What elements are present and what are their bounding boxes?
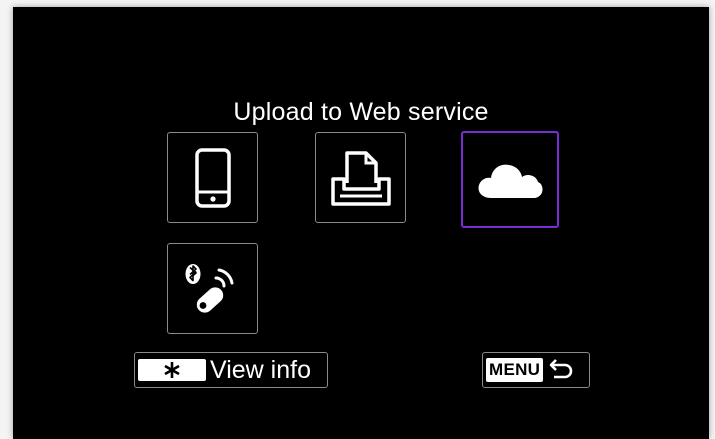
printer-icon bbox=[330, 150, 391, 206]
view-info-button[interactable]: View info bbox=[134, 352, 328, 388]
menu-key-label: MENU bbox=[486, 358, 544, 382]
web-service-tile[interactable] bbox=[461, 131, 559, 228]
smartphone-tile[interactable] bbox=[167, 132, 258, 223]
page-title: Upload to Web service bbox=[233, 98, 489, 126]
camera-frame: Upload to Web service View info MENU bbox=[0, 0, 715, 439]
return-arrow-icon bbox=[549, 359, 573, 379]
menu-back-button[interactable]: MENU bbox=[482, 352, 590, 388]
printer-tile[interactable] bbox=[315, 132, 406, 223]
smartphone-icon bbox=[194, 147, 231, 208]
bluetooth-remote-icon bbox=[185, 263, 233, 313]
cloud-icon bbox=[478, 164, 543, 198]
bluetooth-remote-tile[interactable] bbox=[167, 243, 258, 334]
camera-screen: Upload to Web service View info MENU bbox=[13, 7, 709, 439]
asterisk-icon bbox=[164, 362, 180, 378]
view-info-label: View info bbox=[210, 355, 311, 384]
asterisk-key bbox=[138, 359, 206, 381]
